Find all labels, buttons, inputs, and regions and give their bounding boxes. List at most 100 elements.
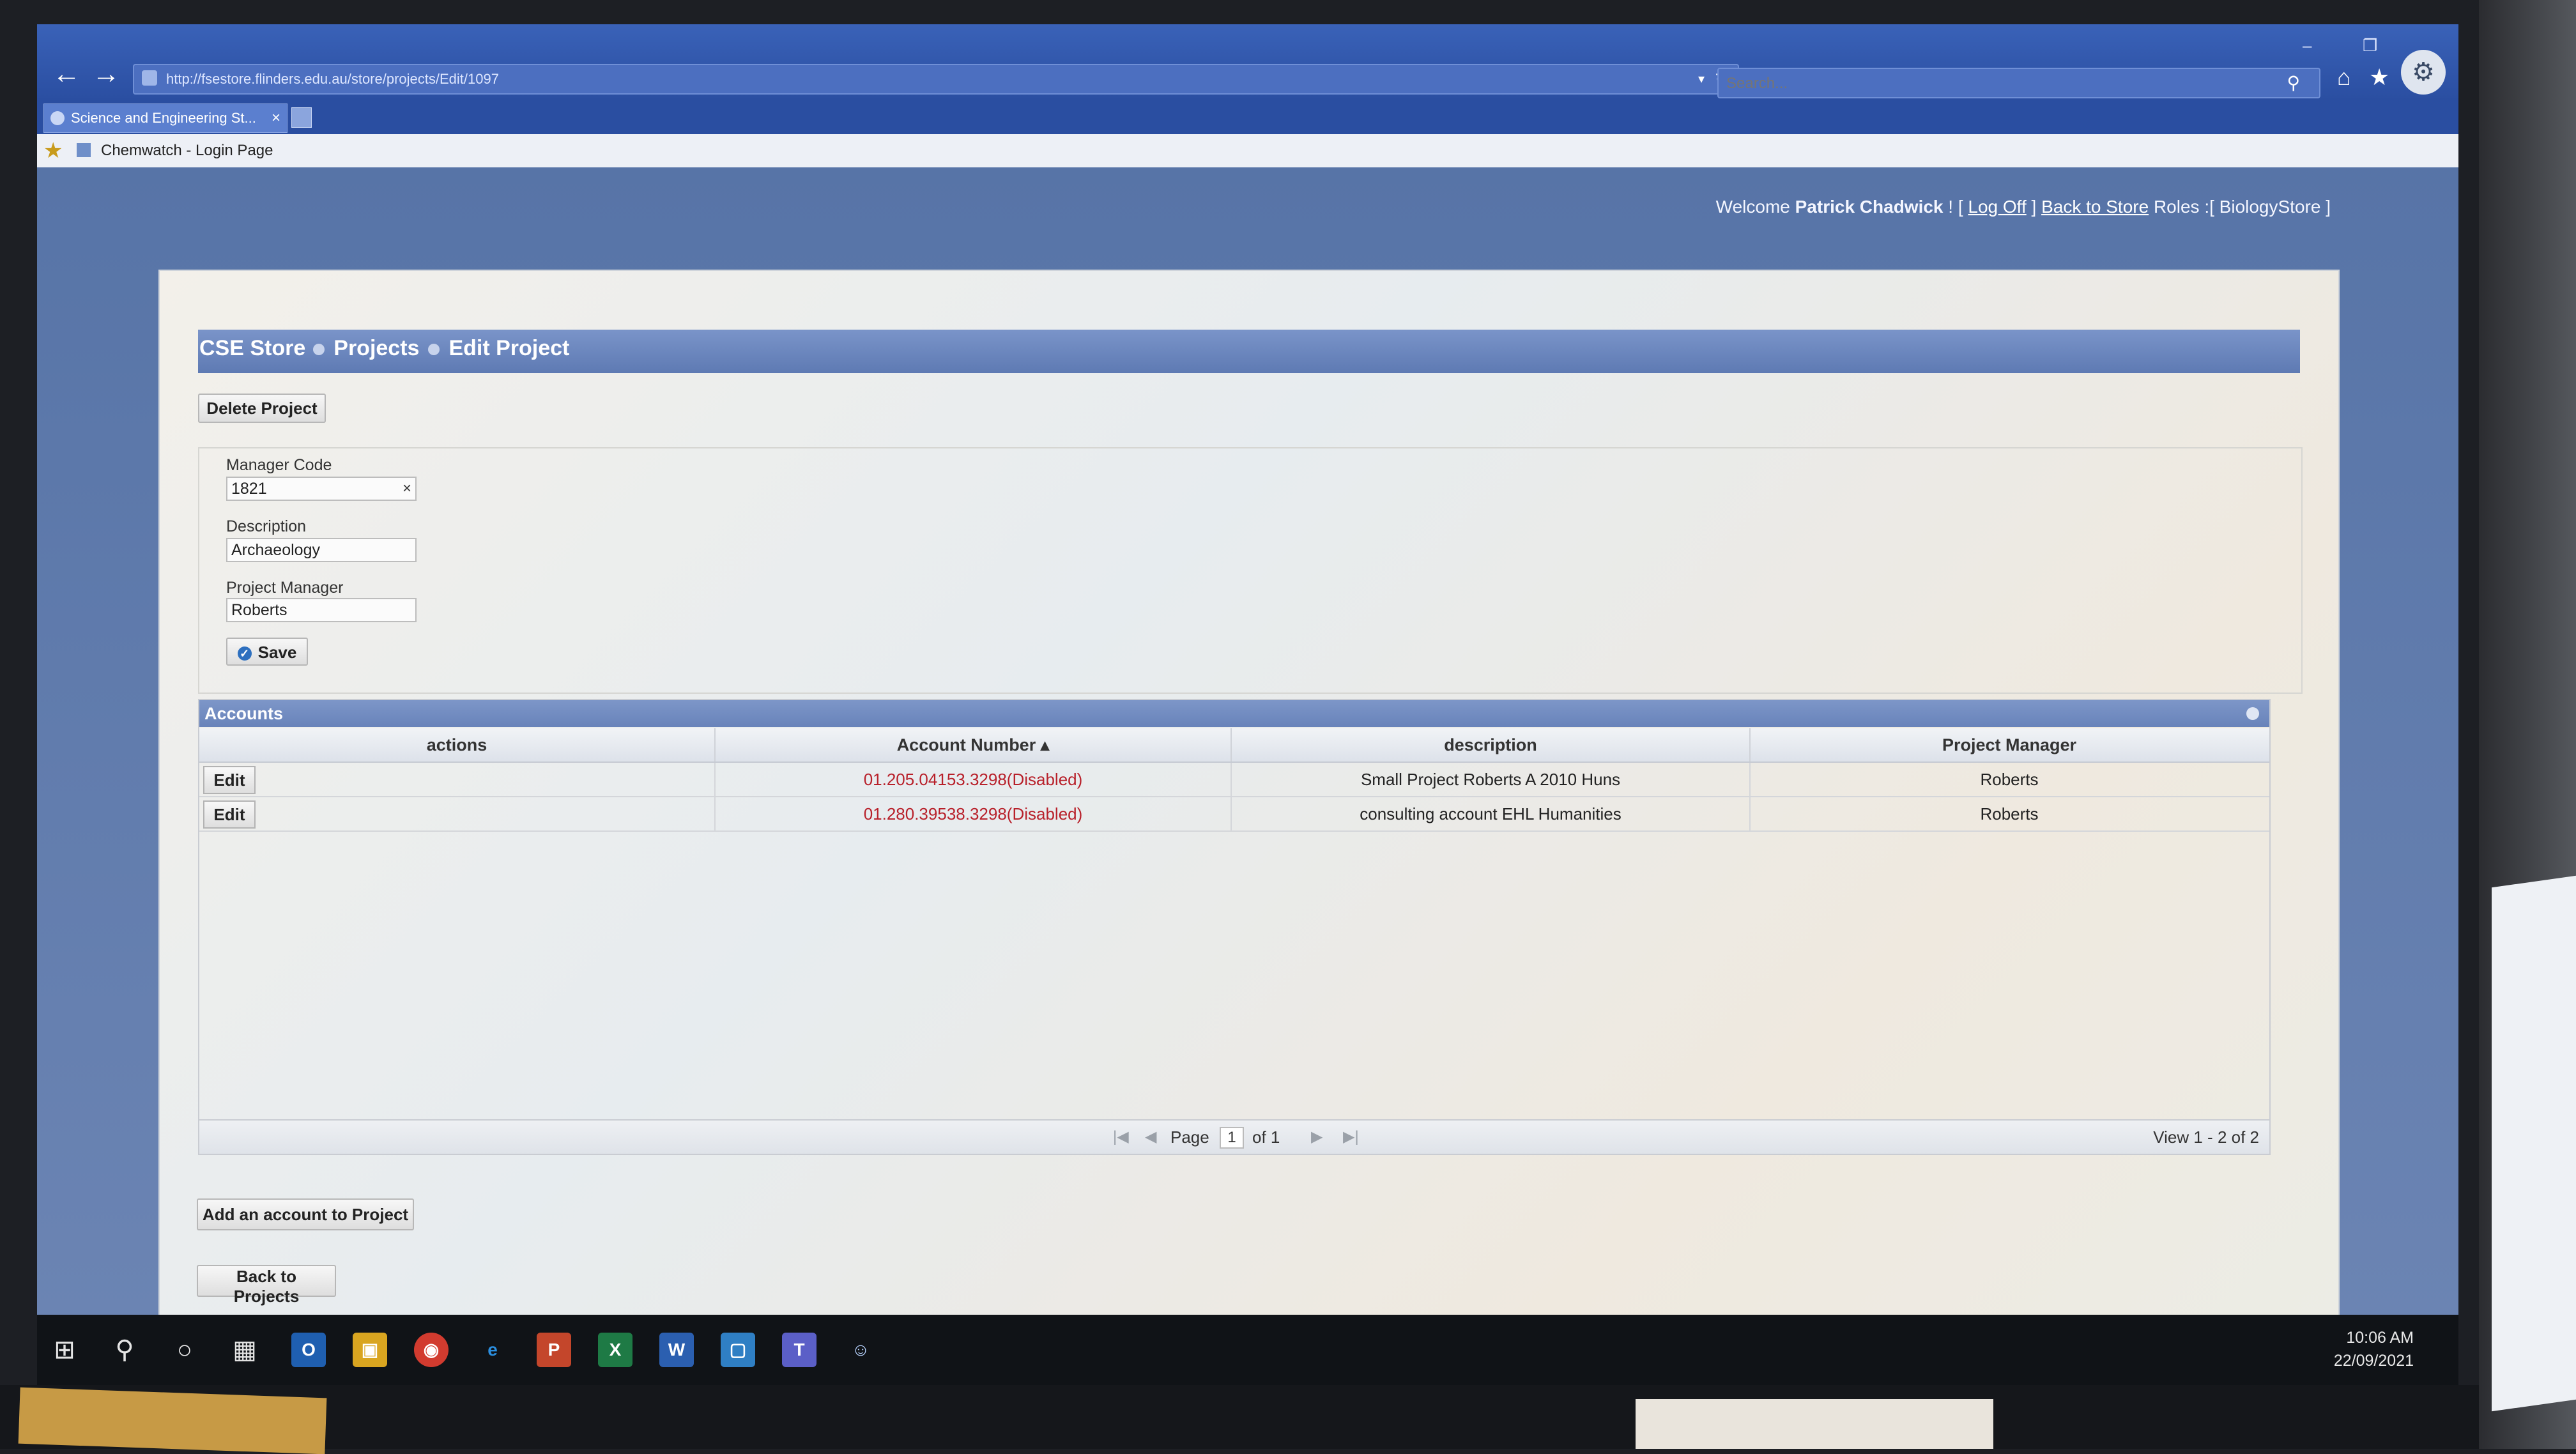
last-page-icon[interactable]: ▶| [1343, 1121, 1359, 1154]
desk-sticky-note [18, 1387, 327, 1454]
project-manager-cell: Roberts [1980, 770, 2039, 789]
edit-button[interactable]: Edit [203, 800, 256, 829]
task-view-icon[interactable]: ▦ [227, 1333, 262, 1367]
search-icon[interactable]: ⚲ [2287, 69, 2300, 97]
column-header-description[interactable]: description [1232, 728, 1751, 761]
welcome-prefix: Welcome [1715, 197, 1790, 217]
delete-project-button[interactable]: Delete Project [198, 394, 326, 423]
home-icon[interactable]: ⌂ [2337, 64, 2351, 91]
clear-icon[interactable]: × [402, 478, 411, 500]
breadcrumb: CSE Store Projects Edit Project [198, 330, 2300, 373]
project-manager-cell: Roberts [1980, 804, 2039, 823]
favorites-bar-star-icon[interactable]: ★ [43, 138, 63, 164]
favorites-star-icon[interactable]: ★ [2369, 64, 2389, 91]
breadcrumb-separator-icon [313, 344, 325, 356]
project-manager-value: Roberts [231, 601, 288, 619]
record-count-label: View 1 - 2 of 2 [2153, 1128, 2259, 1147]
address-url[interactable]: http://fsestore.flinders.edu.au/store/pr… [166, 65, 499, 93]
first-page-icon[interactable]: |◀ [1113, 1121, 1129, 1154]
tab-favicon-icon [50, 111, 65, 125]
snipping-tool-icon[interactable]: ▢ [721, 1333, 755, 1367]
back-arrow-icon[interactable]: ← [50, 57, 83, 91]
project-manager-label: Project Manager [226, 579, 344, 597]
log-off-link[interactable]: Log Off [1968, 197, 2026, 217]
column-header-actions: actions [199, 728, 716, 761]
table-row: Edit 01.205.04153.3298(Disabled) Small P… [199, 763, 2269, 797]
tab-strip: Science and Engineering St... × [37, 98, 2458, 134]
internet-explorer-icon[interactable]: e [475, 1333, 510, 1367]
new-tab-icon[interactable] [291, 107, 312, 128]
word-icon[interactable]: W [659, 1333, 694, 1367]
welcome-sep-2: ] [2031, 197, 2037, 217]
search-icon[interactable]: ⚲ [107, 1333, 142, 1367]
clock-date: 22/09/2021 [2333, 1352, 2414, 1370]
tab-science-engineering[interactable]: Science and Engineering St... × [43, 103, 288, 133]
desk-note-card [1636, 1399, 1993, 1449]
user-name: Patrick Chadwick [1795, 197, 1943, 217]
accounts-grid: Accounts actions Account Number ▴ descri… [198, 699, 2271, 1155]
content-panel: CSE Store Projects Edit Project Delete Pro… [158, 270, 2340, 1326]
system-clock[interactable]: 10:06 AM 22/09/2021 [2334, 1326, 2414, 1372]
monitor-bezel [0, 1385, 2576, 1449]
account-number-cell: 01.205.04153.3298(Disabled) [716, 763, 1232, 796]
breadcrumb-cse-store[interactable]: CSE Store [199, 336, 305, 360]
close-icon[interactable]: × [272, 104, 280, 132]
tab-title: Science and Engineering St... [71, 110, 256, 126]
teams-icon[interactable]: T [782, 1333, 816, 1367]
back-to-projects-button[interactable]: Back to Projects [197, 1265, 336, 1306]
save-button[interactable]: ✓ Save [226, 638, 308, 666]
breadcrumb-edit-project: Edit Project [448, 336, 570, 360]
roles-prefix: Roles :[ [2153, 197, 2214, 217]
collapse-icon[interactable] [2246, 707, 2259, 720]
edit-button[interactable]: Edit [203, 766, 256, 794]
previous-page-icon[interactable]: ◀ [1145, 1121, 1156, 1154]
favorite-chemwatch-link[interactable]: Chemwatch - Login Page [101, 134, 273, 167]
breadcrumb-projects[interactable]: Projects [334, 336, 419, 360]
actions-cell: Edit [199, 797, 716, 830]
windows-start-icon[interactable]: ⊞ [47, 1333, 82, 1367]
actions-cell: Edit [199, 763, 716, 796]
monitor-screen: ← → http://fsestore.flinders.edu.au/stor… [37, 24, 2458, 1385]
column-header-account-number[interactable]: Account Number ▴ [716, 728, 1232, 761]
settings-gear-icon[interactable]: ⚙ [2401, 50, 2446, 95]
description-label: Description [226, 517, 307, 535]
breadcrumb-separator-icon [428, 344, 440, 356]
manager-code-field[interactable]: 1821 × [226, 477, 417, 501]
column-header-project-manager[interactable]: Project Manager [1751, 728, 2268, 761]
project-manager-field[interactable]: Roberts [226, 598, 417, 622]
accounts-grid-caption: Accounts [199, 700, 2269, 727]
cortana-icon[interactable]: ○ [167, 1333, 202, 1367]
excel-icon[interactable]: X [598, 1333, 632, 1367]
browser-search-input[interactable] [1725, 69, 2251, 98]
favorites-bar: ★ Chemwatch - Login Page [37, 134, 2458, 167]
page-label: Page [1170, 1128, 1209, 1147]
save-label: Save [257, 643, 297, 662]
grid-pager: |◀ ◀ Page 1 of 1 ▶ ▶| View 1 - 2 of 2 [199, 1119, 2269, 1154]
powerpoint-icon[interactable]: P [537, 1333, 571, 1367]
forward-arrow-icon[interactable]: → [89, 57, 123, 91]
minimize-icon[interactable]: – [2303, 36, 2312, 56]
account-number-cell: 01.280.39538.3298(Disabled) [716, 797, 1232, 830]
support-app-icon[interactable]: ☺ [843, 1333, 878, 1367]
back-to-store-link[interactable]: Back to Store [2041, 197, 2149, 217]
chevron-down-icon[interactable]: ▾ [1698, 65, 1705, 93]
project-form: Manager Code 1821 × Description Archaeol… [198, 447, 2303, 694]
accounts-caption-label: Accounts [204, 704, 284, 723]
chrome-icon[interactable]: ◉ [414, 1333, 448, 1367]
address-bar[interactable]: http://fsestore.flinders.edu.au/store/pr… [133, 64, 1739, 95]
description-field[interactable]: Archaeology [226, 538, 417, 562]
clock-time: 10:06 AM [2346, 1329, 2414, 1347]
browser-search-box[interactable]: ⚲ [1717, 68, 2320, 98]
page-icon [142, 70, 157, 86]
roles-suffix: ] [2326, 197, 2331, 217]
file-explorer-icon[interactable]: ▣ [353, 1333, 387, 1367]
page-number-input[interactable]: 1 [1220, 1127, 1244, 1149]
restore-icon[interactable]: ❐ [2363, 36, 2377, 56]
outlook-icon[interactable]: O [291, 1333, 326, 1367]
add-account-button[interactable]: Add an account to Project [197, 1198, 414, 1230]
manager-code-value: 1821 [231, 480, 267, 498]
next-page-icon[interactable]: ▶ [1311, 1121, 1322, 1154]
table-row: Edit 01.280.39538.3298(Disabled) consult… [199, 797, 2269, 832]
manager-code-label: Manager Code [226, 456, 332, 474]
side-monitor-screen [2492, 875, 2576, 1412]
